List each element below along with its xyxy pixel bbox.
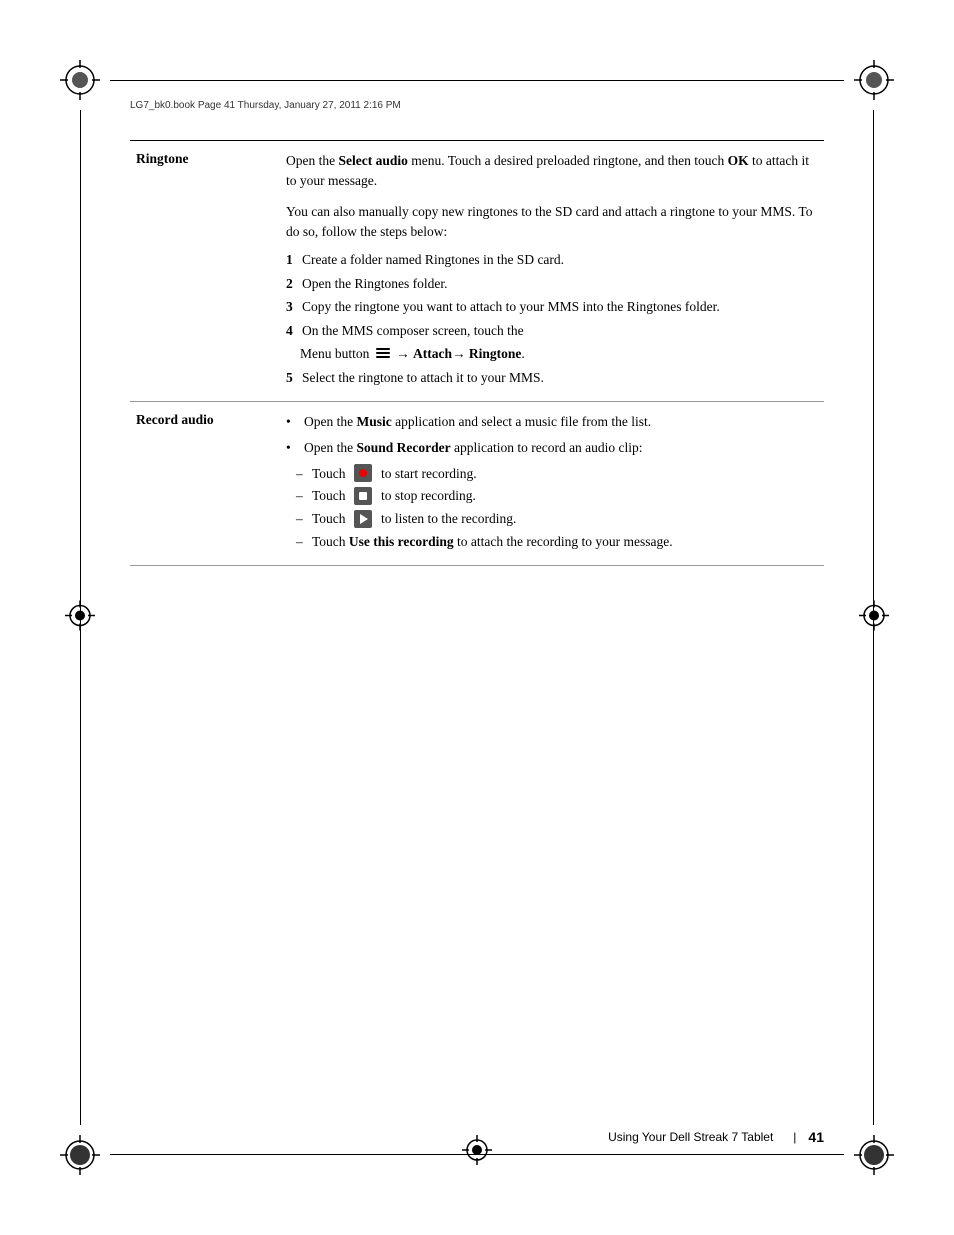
- corner-mark-tl: [60, 60, 100, 100]
- ringtone-para2: You can also manually copy new ringtones…: [286, 202, 818, 243]
- ringtone-step-2: 2 Open the Ringtones folder.: [286, 274, 818, 294]
- header-meta: LG7_bk0.book Page 41 Thursday, January 2…: [130, 100, 401, 111]
- ringtone-step-3: 3 Copy the ringtone you want to attach t…: [286, 297, 818, 317]
- record-audio-label: Record audio: [130, 402, 280, 565]
- ringtone-step-5: 5 Select the ringtone to attach it to yo…: [286, 368, 818, 388]
- dash-play: – Touch to listen to the recording.: [296, 509, 818, 529]
- footer-page-number: 41: [808, 1129, 824, 1145]
- record-audio-content: • Open the Music application and select …: [280, 402, 824, 565]
- table-row-record-audio: Record audio • Open the Music applicatio…: [130, 402, 824, 565]
- record-audio-bullet-1: • Open the Music application and select …: [286, 412, 818, 432]
- menu-icon: [375, 346, 391, 360]
- hline-top: [110, 80, 844, 81]
- ringtone-step-4: 4 On the MMS composer screen, touch the: [286, 321, 818, 341]
- mid-right-mark: [859, 600, 889, 635]
- footer-label: Using Your Dell Streak 7 Tablet: [608, 1130, 773, 1144]
- corner-mark-br: [854, 1135, 894, 1175]
- table-row-ringtone: Ringtone Open the Select audio menu. Tou…: [130, 141, 824, 402]
- ringtone-content: Open the Select audio menu. Touch a desi…: [280, 141, 824, 402]
- play-icon: [354, 510, 372, 528]
- ringtone-label: Ringtone: [130, 141, 280, 402]
- footer-separator: |: [793, 1130, 796, 1144]
- bottom-content-rule: [130, 565, 824, 566]
- menu-button-line: Menu button → Attach→ Ringtone.: [300, 344, 818, 364]
- ringtone-step-1: 1 Create a folder named Ringtones in the…: [286, 250, 818, 270]
- record-icon: [354, 464, 372, 482]
- footer: Using Your Dell Streak 7 Tablet | 41: [130, 1129, 824, 1145]
- corner-mark-tr: [854, 60, 894, 100]
- record-audio-dashes: – Touch to start recording. – Touch to s…: [286, 464, 818, 552]
- ringtone-steps: 1 Create a folder named Ringtones in the…: [286, 250, 818, 387]
- corner-mark-bl: [60, 1135, 100, 1175]
- record-audio-bullet-2: • Open the Sound Recorder application to…: [286, 438, 818, 458]
- dash-record: – Touch to start recording.: [296, 464, 818, 484]
- content-area: Ringtone Open the Select audio menu. Tou…: [130, 140, 824, 1105]
- content-table: Ringtone Open the Select audio menu. Tou…: [130, 141, 824, 565]
- ringtone-para1: Open the Select audio menu. Touch a desi…: [286, 151, 818, 192]
- stop-icon: [354, 487, 372, 505]
- dash-use-recording: – Touch Use this recording to attach the…: [296, 532, 818, 552]
- mid-left-mark: [65, 600, 95, 635]
- dash-stop: – Touch to stop recording.: [296, 486, 818, 506]
